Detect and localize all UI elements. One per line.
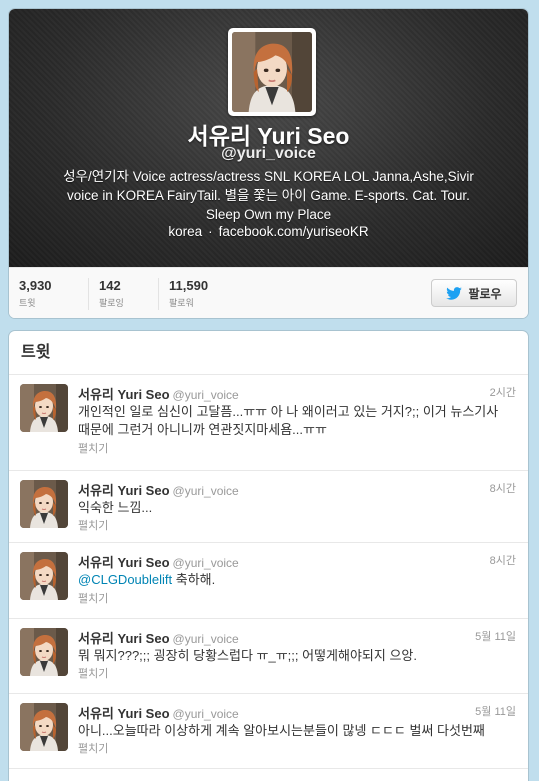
tweet-text: 익숙한 느낌...: [78, 499, 516, 517]
stat-following-label: 팔로잉: [99, 298, 124, 308]
stat-followers-count: 11,590: [169, 278, 209, 293]
tweet-timestamp[interactable]: 8시간: [490, 552, 516, 568]
tweet-author-name[interactable]: 서유리 Yuri Seo: [78, 631, 170, 646]
profile-handle: @yuri_voice: [221, 145, 316, 162]
timeline-card: 트윗 서유리 Yuri Seo @yuri_voice 2시간 개인적인 일로 심…: [9, 331, 528, 781]
stat-following[interactable]: 142 팔로잉: [99, 278, 124, 309]
tweet-header: 서유리 Yuri Seo @yuri_voice 8시간: [78, 552, 516, 571]
stat-tweets-count: 3,930: [19, 278, 52, 293]
stats-bar: 3,930 트윗 142 팔로잉 11,590 팔로워 팔로우: [9, 267, 528, 318]
tweet-avatar[interactable]: [20, 384, 68, 432]
tweet-text: 뭐 뭐지???;;; 굉장히 당황스럽다 ㅠ_ㅠ;;; 어떻게해야되지 으앙.: [78, 647, 516, 665]
tweet-author-name[interactable]: 서유리 Yuri Seo: [78, 483, 170, 498]
stat-followers-label: 팔로워: [169, 298, 194, 308]
profile-url-link[interactable]: facebook.com/yuriseoKR: [219, 224, 369, 239]
tweet-timestamp[interactable]: 5월 11일: [475, 628, 516, 644]
tweet-text-line: 축하해.: [172, 572, 216, 587]
profile-location: korea: [168, 224, 203, 239]
tweet-text-line: 익숙한 느낌...: [78, 500, 153, 515]
tweet-expand-link[interactable]: 펼치기: [78, 665, 108, 681]
tweet-author-handle[interactable]: @yuri_voice: [173, 388, 239, 402]
profile-avatar[interactable]: [228, 28, 316, 116]
tweet-text: @CLGDoublelift 축하해.: [78, 571, 516, 589]
tweet-timestamp[interactable]: 5월 11일: [475, 703, 516, 719]
tweet-text-line: 아니...오늘따라 이상하게 계속 알아보시는분들이 많넹 ㄷㄷㄷ 벌써 다섯번…: [78, 723, 485, 738]
tweet-author-name[interactable]: 서유리 Yuri Seo: [78, 706, 170, 721]
tweet-avatar[interactable]: [20, 628, 68, 676]
tweet-avatar[interactable]: [20, 552, 68, 600]
tweet-mention-link[interactable]: @CLGDoublelift: [78, 572, 172, 587]
tweet-expand-link[interactable]: 펼치기: [78, 440, 108, 456]
tweet-timestamp[interactable]: 2시간: [490, 384, 516, 400]
tweet-item[interactable]: 서유리 Yuri Seo @yuri_voice 8시간 익숙한 느낌... 펼치…: [9, 471, 528, 543]
stat-divider: [88, 278, 89, 310]
tweet-text-line: 뭐 뭐지???;;; 굉장히 당황스럽다 ㅠ_ㅠ;;; 어떻게해야되지 으앙.: [78, 648, 417, 663]
tweet-item[interactable]: 서유리 Yuri Seo @yuri_voice 2시간 개인적인 일로 심신이 …: [9, 375, 528, 471]
tweet-author-handle[interactable]: @yuri_voice: [173, 556, 239, 570]
timeline-heading: 트윗: [9, 331, 528, 375]
tweet-header: 서유리 Yuri Seo @yuri_voice 2시간: [78, 384, 516, 403]
tweet-timestamp[interactable]: 8시간: [490, 480, 516, 496]
tweet-item[interactable]: 서유리 Yuri Seo @yuri_voice 8시간 @CLGDoubleli…: [9, 543, 528, 619]
follow-button[interactable]: 팔로우: [431, 279, 517, 307]
tweet-item[interactable]: 서유리 Yuri Seo @yuri_voice 5월 11일 아니...오늘따라…: [9, 694, 528, 769]
profile-header: 서유리 Yuri Seo @yuri_voice 성우/연기자 Voice ac…: [9, 9, 528, 267]
tweet-avatar[interactable]: [20, 480, 68, 528]
tweet-header: 서유리 Yuri Seo @yuri_voice 5월 11일: [78, 703, 516, 722]
follow-button-label: 팔로우: [468, 286, 502, 301]
tweet-author-handle[interactable]: @yuri_voice: [173, 707, 239, 721]
stat-following-count: 142: [99, 278, 121, 293]
profile-bio: 성우/연기자 Voice actress/actress SNL KOREA L…: [39, 167, 498, 224]
tweet-header: 서유리 Yuri Seo @yuri_voice 5월 11일: [78, 628, 516, 647]
bio-line: Sleep Own my Place: [205, 207, 332, 222]
tweet-expand-link[interactable]: 펼치기: [78, 517, 108, 533]
tweet-text-line: 개인적인 일로 심신이 고달픔...ㅠㅠ 아 나 왜이러고 있는 거지?;; 이…: [78, 404, 499, 419]
tweet-author-name[interactable]: 서유리 Yuri Seo: [78, 555, 170, 570]
stat-tweets[interactable]: 3,930 트윗: [19, 278, 52, 309]
tweet-header: 서유리 Yuri Seo @yuri_voice 8시간: [78, 480, 516, 499]
tweet-author-handle[interactable]: @yuri_voice: [173, 484, 239, 498]
separator: ·: [208, 224, 213, 239]
tweet-author-handle[interactable]: @yuri_voice: [173, 632, 239, 646]
tweet-text: 개인적인 일로 심신이 고달픔...ㅠㅠ 아 나 왜이러고 있는 거지?;; 이…: [78, 403, 516, 439]
tweet-text-line: 때문에 그런거 아니니까 연관짓지마세욤...ㅠㅠ: [78, 422, 327, 437]
bio-line: voice in KOREA FairyTail. 별을 쫓는 아이 Game.…: [67, 188, 470, 203]
stat-tweets-label: 트윗: [19, 298, 36, 308]
stat-divider: [158, 278, 159, 310]
profile-card: 서유리 Yuri Seo @yuri_voice 성우/연기자 Voice ac…: [9, 9, 528, 318]
tweet-text: 아니...오늘따라 이상하게 계속 알아보시는분들이 많넹 ㄷㄷㄷ 벌써 다섯번…: [78, 722, 516, 740]
tweet-expand-link[interactable]: 펼치기: [78, 740, 108, 756]
tweet-avatar[interactable]: [20, 703, 68, 751]
profile-location-line: korea · facebook.com/yuriseoKR: [9, 224, 528, 239]
bio-line: 성우/연기자 Voice actress/actress SNL KOREA L…: [63, 169, 474, 184]
stat-followers[interactable]: 11,590 팔로워: [169, 278, 208, 309]
tweet-author-name[interactable]: 서유리 Yuri Seo: [78, 387, 170, 402]
twitter-bird-icon: [446, 286, 463, 300]
avatar-image: [232, 32, 312, 112]
tweet-item[interactable]: 서유리 Yuri Seo @yuri_voice 5월 11일 뭐 뭐지???;;…: [9, 619, 528, 694]
tweet-expand-link[interactable]: 펼치기: [78, 590, 108, 606]
